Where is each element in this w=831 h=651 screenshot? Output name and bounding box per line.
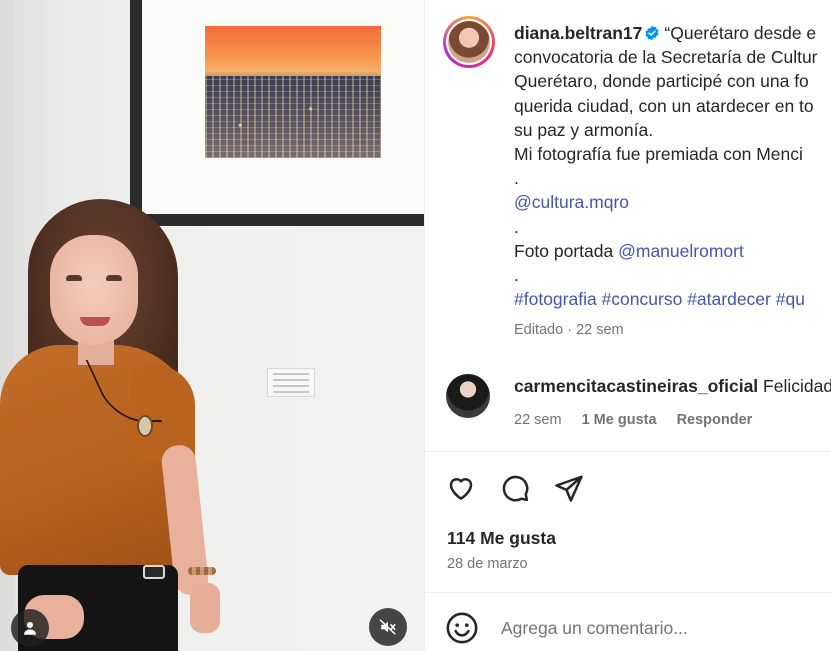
add-comment-bar [425, 592, 831, 651]
edited-timestamp: Editado · 22 sem [514, 322, 624, 338]
hashtag-link[interactable]: #fotografia [514, 289, 597, 309]
city-lights [205, 76, 381, 158]
comment-icon [502, 475, 529, 502]
frame-mat [142, 0, 424, 214]
caption-line-6: Mi fotografía fue premiada con Menci [514, 143, 803, 164]
bracelet [188, 567, 216, 575]
like-count[interactable]: 114 Me gusta [447, 528, 556, 549]
send-icon [555, 475, 583, 502]
caption-line-1: “Querétaro desde e [664, 23, 817, 43]
caption-line-5: su paz y armonía. [514, 119, 654, 140]
hashtag-link[interactable]: #atardecer [687, 289, 771, 309]
user-icon [24, 622, 36, 635]
caption-separator: . [514, 264, 519, 285]
comment-item: carmencitacastineiras_oficial Felicidad … [425, 360, 831, 440]
like-button[interactable] [445, 472, 477, 504]
caption-line-2: convocatoria de la Secretaría de Cultur [514, 47, 818, 68]
mention-link-photographer[interactable]: @manuelromort [618, 241, 744, 261]
hashtag-link[interactable]: #qu [776, 289, 805, 309]
caption-line-3: Querétaro, donde participé con una fo [514, 71, 809, 92]
share-button[interactable] [553, 472, 585, 504]
tagged-users-button[interactable] [11, 609, 49, 647]
edited-label: Editado [514, 322, 564, 338]
sunset-photo [205, 26, 381, 158]
emoji-button[interactable] [445, 611, 479, 645]
commenter-username[interactable]: carmencitacastineiras_oficial [514, 376, 758, 396]
framed-photograph [130, 0, 424, 226]
commenter-avatar[interactable] [446, 374, 490, 418]
mute-button[interactable] [369, 608, 407, 646]
person-figure [0, 195, 240, 651]
author-avatar[interactable] [443, 16, 495, 68]
comment-input[interactable] [501, 613, 811, 643]
comment-text: Felicidad [763, 376, 831, 396]
necklace-pendant [137, 415, 153, 437]
reply-button[interactable]: Responder [677, 412, 753, 428]
belt-buckle [143, 565, 165, 579]
heart-icon [449, 478, 473, 500]
post-actions: 114 Me gusta 28 de marzo [425, 451, 831, 591]
comment-likes[interactable]: 1 Me gusta [582, 412, 657, 428]
volume-muted-icon [379, 619, 396, 635]
post-date: 28 de marzo [447, 556, 528, 572]
caption-line-4: querida ciudad, con un atardecer en to [514, 95, 814, 116]
caption-separator: . [514, 216, 519, 237]
hashtag-link[interactable]: #concurso [602, 289, 683, 309]
author-username[interactable]: diana.beltran17 [514, 23, 642, 43]
face [50, 235, 138, 345]
verified-badge-icon [645, 25, 659, 41]
hand [190, 583, 220, 633]
emoji-icon [446, 612, 478, 644]
caption-body: diana.beltran17 “Querétaro desde e convoc… [514, 21, 831, 311]
comment-time[interactable]: 22 sem [514, 412, 562, 428]
photo-credit-text: Foto portada [514, 240, 619, 261]
edited-time[interactable]: 22 sem [576, 322, 624, 338]
mention-link-cultura[interactable]: @cultura.mqro [514, 192, 629, 212]
comment-button[interactable] [499, 472, 531, 504]
caption-separator: . [514, 168, 519, 189]
post-caption: diana.beltran17 “Querétaro desde e convoc… [425, 0, 831, 350]
post-panel: diana.beltran17 “Querétaro desde e convoc… [424, 0, 831, 651]
wall-label [267, 368, 315, 397]
post-media[interactable] [0, 0, 424, 651]
